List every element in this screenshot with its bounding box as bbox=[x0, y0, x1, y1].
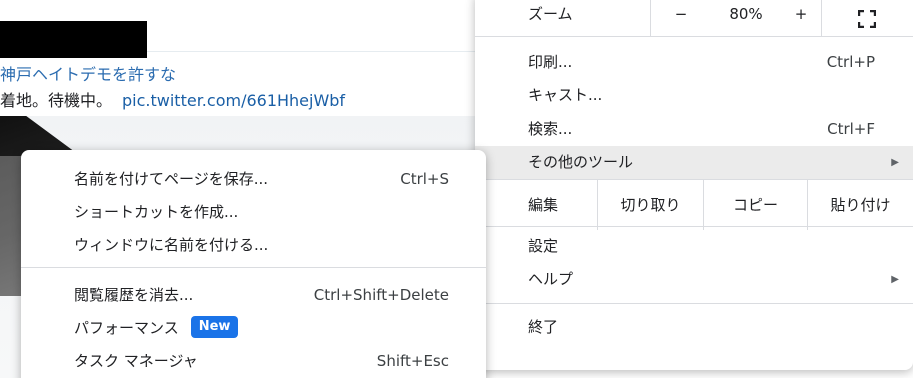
menu-item-label: ウィンドウに名前を付ける... bbox=[74, 236, 269, 254]
menu-item-shortcut: Ctrl+S bbox=[400, 170, 449, 188]
paste-button[interactable]: 貼り付け bbox=[808, 188, 913, 222]
divider bbox=[650, 0, 651, 36]
menu-item-label: 設定 bbox=[528, 237, 559, 255]
submenu-item-task-manager[interactable]: タスク マネージャ Shift+Esc bbox=[21, 345, 486, 378]
zoom-label: ズーム bbox=[528, 5, 573, 23]
divider bbox=[821, 0, 822, 36]
edit-label: 編集 bbox=[528, 196, 559, 214]
menu-item-label: 名前を付けてページを保存... bbox=[74, 170, 269, 188]
menu-item-label: 検索... bbox=[528, 120, 573, 138]
browser-viewport: 神戸ヘイトデモを許すな 着地。待機中。 pic.twitter.com/661Hh… bbox=[0, 0, 913, 378]
fullscreen-icon[interactable] bbox=[858, 10, 876, 28]
menu-item-shortcut: Ctrl+Shift+Delete bbox=[313, 286, 449, 304]
menu-item-help[interactable]: ヘルプ ▶ bbox=[475, 263, 913, 296]
photo-light-region bbox=[0, 156, 22, 296]
submenu-item-clear-history[interactable]: 閲覧履歴を消去... Ctrl+Shift+Delete bbox=[21, 279, 486, 312]
tweet-hashtag-link[interactable]: 神戸ヘイトデモを許すな bbox=[0, 61, 176, 85]
edit-row: 編集 切り取り コピー 貼り付け bbox=[475, 180, 913, 230]
cut-button[interactable]: 切り取り bbox=[598, 188, 703, 222]
menu-item-label: パフォーマンス New bbox=[74, 312, 239, 345]
tweet-text: 着地。待機中。 pic.twitter.com/661HhejWbf bbox=[0, 87, 345, 111]
zoom-level: 80% bbox=[729, 5, 763, 23]
menu-item-settings[interactable]: 設定 bbox=[475, 230, 913, 263]
menu-item-shortcut: Ctrl+F bbox=[827, 120, 875, 138]
menu-item-label: その他のツール bbox=[528, 153, 634, 171]
submenu-item-create-shortcut[interactable]: ショートカットを作成... bbox=[21, 196, 486, 229]
more-tools-submenu: 名前を付けてページを保存... Ctrl+S ショートカットを作成... ウィン… bbox=[21, 150, 486, 378]
menu-item-label: ショートカットを作成... bbox=[74, 203, 239, 221]
zoom-in-button[interactable]: + bbox=[780, 0, 822, 28]
menu-separator bbox=[21, 267, 486, 268]
menu-separator bbox=[475, 303, 913, 304]
submenu-item-performance[interactable]: パフォーマンス New bbox=[21, 312, 486, 345]
menu-item-cast[interactable]: キャスト... bbox=[475, 79, 913, 112]
menu-item-label: キャスト... bbox=[528, 86, 603, 104]
tweet-text-body: 着地。待機中。 bbox=[0, 91, 113, 110]
menu-item-exit[interactable]: 終了 bbox=[475, 311, 913, 344]
menu-item-label: タスク マネージャ bbox=[74, 352, 198, 370]
menu-item-shortcut: Shift+Esc bbox=[376, 352, 449, 370]
chevron-right-icon: ▶ bbox=[891, 157, 899, 168]
zoom-row: ズーム − 80% + bbox=[475, 0, 913, 36]
tweet-image-link[interactable]: pic.twitter.com/661HhejWbf bbox=[122, 91, 345, 110]
menu-item-label: 終了 bbox=[528, 318, 559, 336]
menu-item-label: ヘルプ bbox=[528, 270, 574, 288]
performance-label: パフォーマンス bbox=[74, 319, 179, 337]
menu-item-shortcut: Ctrl+P bbox=[826, 53, 875, 71]
menu-item-print[interactable]: 印刷... Ctrl+P bbox=[475, 46, 913, 79]
submenu-item-save-page[interactable]: 名前を付けてページを保存... Ctrl+S bbox=[21, 163, 486, 196]
chevron-right-icon: ▶ bbox=[891, 274, 899, 285]
submenu-item-name-window[interactable]: ウィンドウに名前を付ける... bbox=[21, 229, 486, 262]
menu-separator bbox=[475, 36, 913, 37]
copy-button[interactable]: コピー bbox=[704, 188, 807, 222]
menu-item-label: 閲覧履歴を消去... bbox=[74, 286, 194, 304]
menu-item-find[interactable]: 検索... Ctrl+F bbox=[475, 113, 913, 146]
menu-item-more-tools[interactable]: その他のツール ▶ bbox=[475, 146, 913, 179]
browser-main-menu: ズーム − 80% + 印刷... Ctrl+P キャスト... 検索... C… bbox=[475, 0, 913, 370]
menu-separator bbox=[475, 179, 913, 180]
menu-item-label: 印刷... bbox=[528, 53, 573, 71]
zoom-out-button[interactable]: − bbox=[650, 0, 712, 28]
new-badge: New bbox=[190, 315, 239, 338]
redacted-username bbox=[0, 21, 147, 58]
menu-separator bbox=[475, 226, 913, 227]
